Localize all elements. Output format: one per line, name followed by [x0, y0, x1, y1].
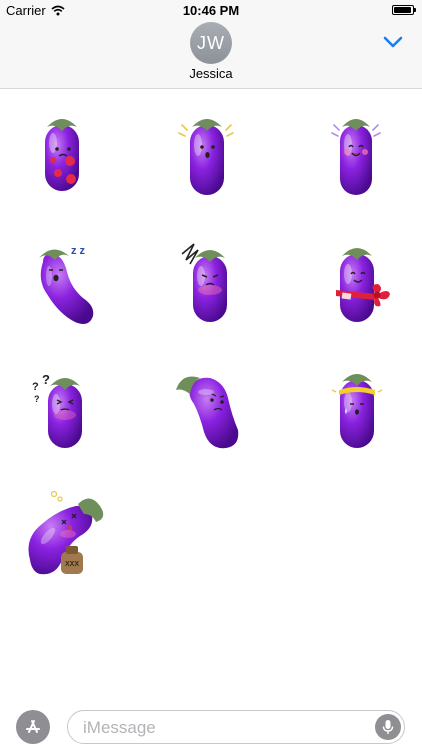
- conversation-header: JW Jessica: [0, 22, 422, 89]
- zzz-text: z z: [71, 245, 86, 257]
- status-time: 10:46 PM: [182, 3, 240, 18]
- message-input[interactable]: [81, 711, 365, 745]
- contact-name[interactable]: Jessica: [0, 66, 422, 81]
- app-store-button[interactable]: [16, 710, 50, 744]
- sticker-grid: z z ? ? ? XXX: [0, 100, 422, 600]
- sticker-eggplant-surprised[interactable]: [157, 105, 257, 205]
- chevron-down-icon[interactable]: [382, 34, 404, 50]
- question-mark: ?: [42, 372, 50, 387]
- sticker-eggplant-gift[interactable]: [308, 232, 408, 332]
- sticker-eggplant-excited[interactable]: [306, 105, 406, 205]
- microphone-button[interactable]: [375, 714, 401, 740]
- battery-icon: [392, 5, 416, 15]
- app-store-icon: [26, 720, 40, 733]
- question-mark: ?: [34, 394, 40, 404]
- sticker-eggplant-sad[interactable]: [160, 360, 260, 460]
- status-bar: Carrier 10:46 PM: [0, 0, 422, 22]
- sticker-eggplant-spotted[interactable]: [13, 105, 113, 205]
- message-field[interactable]: [67, 710, 405, 745]
- contact-avatar[interactable]: JW: [190, 22, 232, 64]
- battery-level: [394, 7, 411, 13]
- sticker-eggplant-drunk[interactable]: XXX: [18, 486, 118, 586]
- jug-label: XXX: [65, 561, 79, 568]
- composer-bar: [0, 700, 422, 750]
- sticker-eggplant-sweaty[interactable]: [308, 360, 408, 460]
- microphone-icon: [382, 720, 394, 734]
- question-mark: ?: [32, 381, 39, 393]
- sticker-eggplant-confused[interactable]: ? ? ?: [20, 360, 120, 460]
- sticker-eggplant-sleepy[interactable]: z z: [13, 232, 113, 332]
- sticker-eggplant-annoyed[interactable]: [160, 232, 260, 332]
